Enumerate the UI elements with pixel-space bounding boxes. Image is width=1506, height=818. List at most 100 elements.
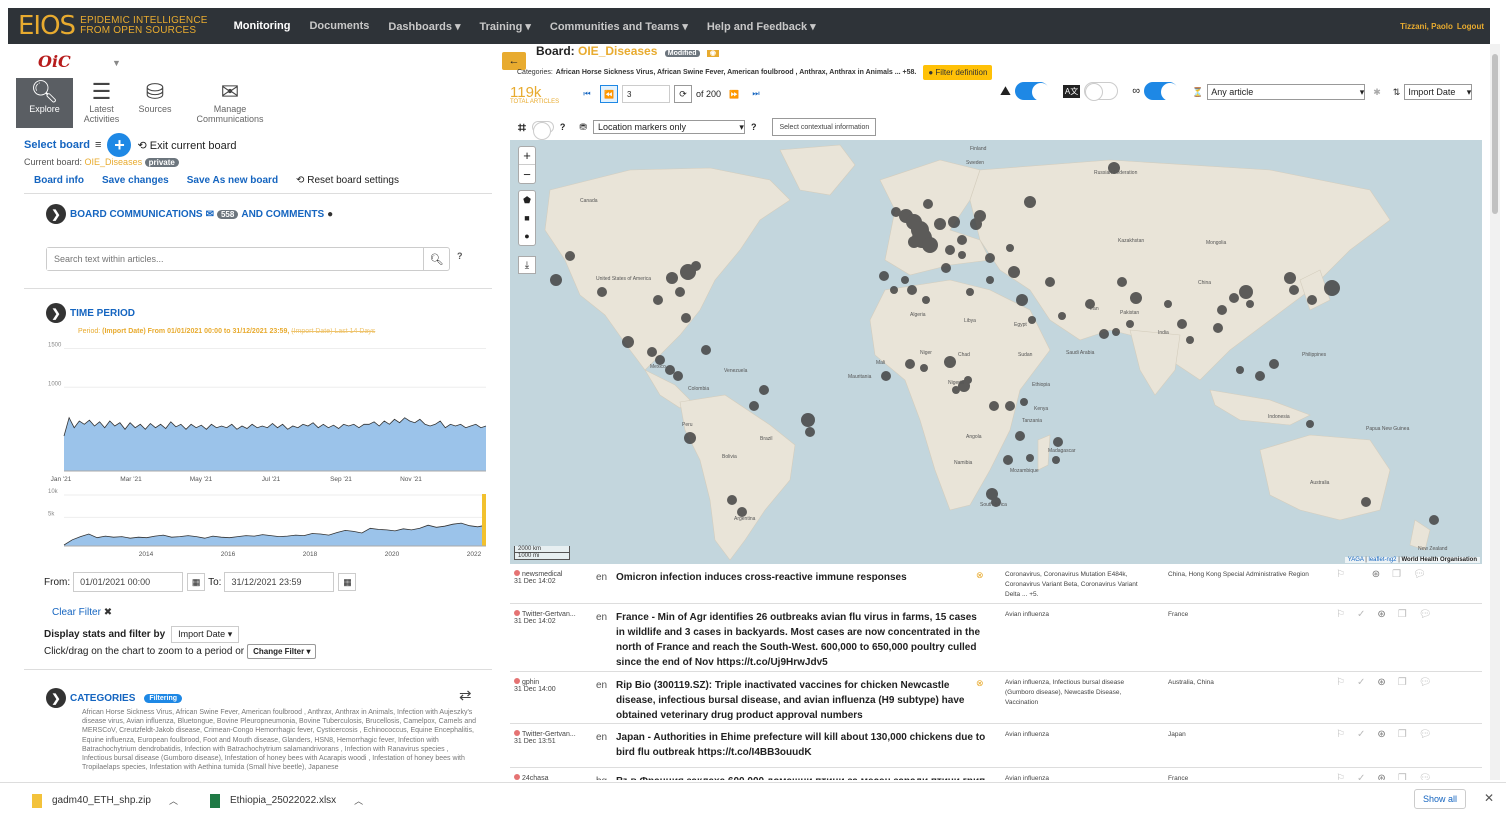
location-marker[interactable] bbox=[1324, 280, 1340, 296]
location-marker[interactable] bbox=[1016, 294, 1028, 306]
location-marker[interactable] bbox=[923, 199, 933, 209]
location-marker[interactable] bbox=[1306, 420, 1314, 428]
location-marker[interactable] bbox=[597, 287, 607, 297]
table-row[interactable]: newsmedical 31 Dec 14:02 en Omicron infecti… bbox=[510, 564, 1482, 604]
location-marker[interactable] bbox=[945, 245, 955, 255]
location-marker[interactable] bbox=[701, 345, 711, 355]
location-marker[interactable] bbox=[691, 261, 701, 271]
page-input[interactable]: 3 bbox=[622, 85, 670, 103]
location-marker[interactable] bbox=[673, 371, 683, 381]
location-marker[interactable] bbox=[985, 253, 995, 263]
location-marker[interactable] bbox=[1006, 244, 1014, 252]
help-icon[interactable]: ? bbox=[457, 251, 463, 261]
location-marker[interactable] bbox=[1045, 277, 1055, 287]
sort-select[interactable]: Import Date ▾ bbox=[1404, 84, 1473, 100]
board-communications-header[interactable]: ❯ Board communications ✉ 558 and comment… bbox=[46, 204, 333, 224]
location-marker[interactable] bbox=[801, 413, 815, 427]
location-marker[interactable] bbox=[908, 236, 920, 248]
save-as-new-link[interactable]: Save As new board bbox=[187, 175, 278, 186]
rss-icon[interactable]: ◉ bbox=[706, 50, 719, 57]
location-marker[interactable] bbox=[989, 401, 999, 411]
location-marker[interactable] bbox=[890, 286, 898, 294]
article-title[interactable]: Omicron infection induces cross-reactive… bbox=[616, 570, 986, 585]
nav-dashboards[interactable]: Dashboards ▾ bbox=[388, 20, 460, 33]
article-source[interactable]: Twitter-Gertvan... 31 Dec 13:51 bbox=[514, 730, 576, 745]
chevron-up-icon[interactable]: ︿ bbox=[169, 794, 178, 807]
board-info-link[interactable]: Board info bbox=[34, 175, 84, 186]
circle-icon[interactable]: ● bbox=[519, 227, 535, 245]
help-icon[interactable]: ? bbox=[560, 122, 566, 132]
location-marker[interactable] bbox=[749, 401, 759, 411]
flag-icon[interactable]: ⚐ bbox=[1336, 609, 1345, 620]
location-marker[interactable] bbox=[1229, 293, 1239, 303]
article-source[interactable]: gphin 31 Dec 14:00 bbox=[514, 678, 556, 693]
location-marker[interactable] bbox=[881, 371, 891, 381]
location-marker[interactable] bbox=[1236, 366, 1244, 374]
calendar-icon[interactable]: ▦ bbox=[187, 573, 206, 591]
location-marker[interactable] bbox=[1361, 497, 1371, 507]
location-marker[interactable] bbox=[1028, 316, 1036, 324]
location-marker[interactable] bbox=[966, 288, 974, 296]
prev-page-button[interactable]: ⏪ bbox=[600, 85, 618, 103]
group-toggle[interactable] bbox=[1144, 82, 1180, 101]
table-row[interactable]: gphin 31 Dec 14:00 en Rip Bio (300119.SZ): … bbox=[510, 672, 1482, 724]
location-marker[interactable] bbox=[907, 285, 917, 295]
location-marker[interactable] bbox=[1284, 272, 1296, 284]
location-marker[interactable] bbox=[1255, 371, 1265, 381]
location-marker[interactable] bbox=[1053, 437, 1063, 447]
location-marker[interactable] bbox=[934, 218, 946, 230]
location-marker[interactable] bbox=[944, 356, 956, 368]
location-marker[interactable] bbox=[1269, 359, 1279, 369]
pin-icon[interactable]: ✱ bbox=[1373, 87, 1381, 98]
hamburger-icon[interactable]: ≡ bbox=[95, 139, 101, 151]
contextual-info-button[interactable]: Select contextual information bbox=[772, 118, 877, 136]
location-marker[interactable] bbox=[1008, 266, 1020, 278]
location-marker[interactable] bbox=[1117, 277, 1127, 287]
polygon-icon[interactable]: ⬟ bbox=[519, 191, 535, 209]
location-marker[interactable] bbox=[1217, 305, 1227, 315]
flag-icon[interactable]: ⚐ bbox=[1336, 773, 1345, 780]
location-marker[interactable] bbox=[675, 287, 685, 297]
next-page-button[interactable]: ⏩ bbox=[725, 85, 743, 103]
add-board-button[interactable]: + bbox=[107, 133, 132, 157]
location-marker[interactable] bbox=[1126, 320, 1134, 328]
article-title[interactable]: France - Min of Agr identifies 26 outbre… bbox=[616, 610, 986, 670]
article-title[interactable]: Japan - Authorities in Ehime prefecture … bbox=[616, 730, 986, 760]
location-marker[interactable] bbox=[653, 295, 663, 305]
location-marker[interactable] bbox=[948, 216, 960, 228]
square-icon[interactable]: ■ bbox=[519, 209, 535, 227]
tool-sources[interactable]: ⛁ Sources bbox=[130, 78, 180, 128]
location-marker[interactable] bbox=[1130, 292, 1142, 304]
last-page-button[interactable]: ⏭ bbox=[747, 85, 765, 103]
chevron-up-icon[interactable]: ︿ bbox=[354, 794, 363, 807]
world-map[interactable]: Russian Federation Kazakhstan Mongolia Chin… bbox=[510, 140, 1482, 564]
check-icon[interactable]: ✓ bbox=[1357, 729, 1365, 740]
share-icon[interactable]: ⊛ bbox=[1377, 609, 1385, 620]
location-marker[interactable] bbox=[986, 276, 994, 284]
location-marker[interactable] bbox=[974, 210, 986, 222]
save-changes-link[interactable]: Save changes bbox=[102, 175, 169, 186]
nav-help[interactable]: Help and Feedback ▾ bbox=[707, 20, 816, 33]
location-marker[interactable] bbox=[1005, 401, 1015, 411]
first-page-button[interactable]: ⏮ bbox=[578, 85, 596, 103]
search-input[interactable] bbox=[47, 248, 423, 270]
location-marker[interactable] bbox=[941, 263, 951, 273]
location-marker[interactable] bbox=[1177, 319, 1187, 329]
location-marker[interactable] bbox=[1015, 431, 1025, 441]
logout-link[interactable]: Logout bbox=[1457, 22, 1484, 31]
show-all-button[interactable]: Show all bbox=[1414, 789, 1467, 809]
zoom-in-button[interactable]: + bbox=[519, 147, 535, 165]
location-marker[interactable] bbox=[1164, 300, 1172, 308]
location-marker[interactable] bbox=[684, 432, 696, 444]
tool-explore[interactable]: 🔍︎ Explore bbox=[16, 78, 73, 128]
check-icon[interactable] bbox=[1357, 569, 1360, 580]
location-marker[interactable] bbox=[1213, 323, 1223, 333]
location-marker[interactable] bbox=[1112, 328, 1120, 336]
display-stats-select[interactable]: Import Date ▾ bbox=[171, 626, 240, 643]
location-marker[interactable] bbox=[665, 365, 675, 375]
location-marker[interactable] bbox=[901, 276, 909, 284]
location-marker[interactable] bbox=[1026, 454, 1034, 462]
location-marker[interactable] bbox=[550, 274, 562, 286]
table-row[interactable]: Twitter-Gertvan... 31 Dec 14:02 en France -… bbox=[510, 604, 1482, 672]
close-icon[interactable]: ✕ bbox=[1484, 791, 1494, 805]
